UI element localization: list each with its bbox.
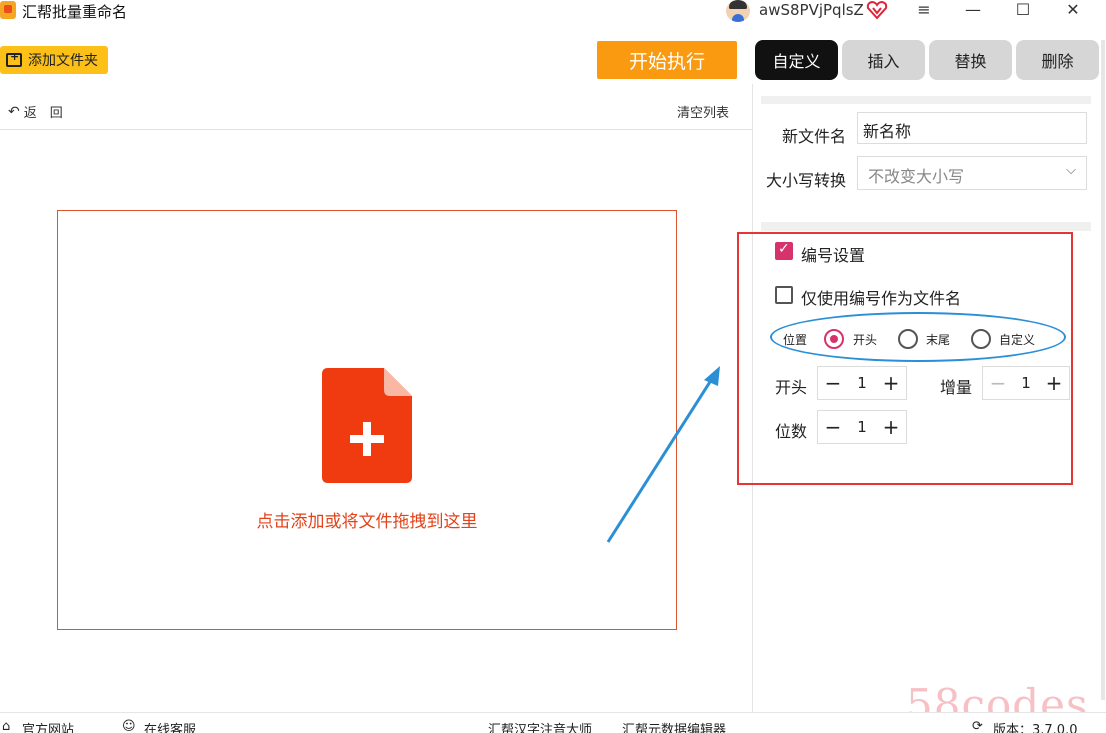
metadata-tool-link[interactable]: 汇帮元数据编辑器: [622, 719, 726, 733]
drop-hint-text: 点击添加或将文件拖拽到这里: [256, 512, 478, 532]
file-add-icon[interactable]: [322, 368, 412, 483]
home-icon[interactable]: ⌂: [2, 719, 10, 733]
username-label[interactable]: awS8PVjPqlsZ: [759, 1, 864, 19]
tab-insert[interactable]: 插入: [842, 40, 925, 80]
title-bar: 汇帮批量重命名 awS8PVjPqlsZ ≡ — ☐ ✕: [0, 0, 1106, 24]
undo-label: 返 回: [23, 106, 63, 121]
website-link[interactable]: 官方网站: [22, 719, 74, 733]
menu-icon[interactable]: ≡: [909, 0, 939, 22]
new-name-input[interactable]: 新名称: [857, 112, 1087, 144]
tab-custom[interactable]: 自定义: [755, 40, 838, 80]
minimize-icon[interactable]: —: [958, 0, 988, 22]
annotation-arrow: [606, 366, 720, 543]
pinyin-tool-link[interactable]: 汇帮汉字注音大师: [488, 719, 592, 733]
case-select[interactable]: 不改变大小写 ⌵: [857, 156, 1087, 190]
numbering-highlight-frame: [737, 232, 1073, 485]
name-settings-section: 新文件名 新名称 大小写转换 不改变大小写 ⌵: [761, 104, 1091, 222]
undo-icon: ↶: [8, 103, 20, 120]
support-icon[interactable]: ☺: [122, 719, 136, 733]
tab-replace[interactable]: 替换: [929, 40, 1012, 80]
refresh-icon[interactable]: ⟳: [972, 719, 983, 733]
divider: [0, 129, 752, 130]
case-label: 大小写转换: [766, 171, 847, 190]
start-button[interactable]: 开始执行: [597, 41, 737, 79]
folder-add-icon: [6, 50, 22, 67]
support-link[interactable]: 在线客服: [144, 719, 196, 733]
status-bar: ⌂ 官方网站 ☺ 在线客服 汇帮汉字注音大师 汇帮元数据编辑器 ⟳ 版本：3.7…: [0, 712, 1106, 733]
version-label: 版本：3.7.0.0: [993, 723, 1078, 733]
undo-button[interactable]: ↶ 返 回: [8, 102, 63, 122]
new-name-label: 新文件名: [782, 127, 847, 146]
file-drop-zone[interactable]: 点击添加或将文件拖拽到这里: [57, 210, 677, 630]
scrollbar-thumb[interactable]: [1101, 40, 1105, 700]
clear-list-button[interactable]: 清空列表: [677, 102, 729, 121]
vip-heart-icon[interactable]: [866, 0, 888, 20]
add-folder-button[interactable]: 添加文件夹: [0, 46, 108, 74]
app-title: 汇帮批量重命名: [22, 3, 128, 21]
close-icon[interactable]: ✕: [1058, 0, 1088, 22]
app-logo-icon: [0, 1, 16, 19]
user-avatar[interactable]: [726, 0, 750, 22]
tab-delete[interactable]: 删除: [1016, 40, 1099, 80]
add-folder-label: 添加文件夹: [28, 53, 98, 69]
chevron-down-icon: ⌵: [1066, 163, 1076, 178]
maximize-icon[interactable]: ☐: [1008, 0, 1038, 22]
case-select-value: 不改变大小写: [868, 167, 965, 186]
